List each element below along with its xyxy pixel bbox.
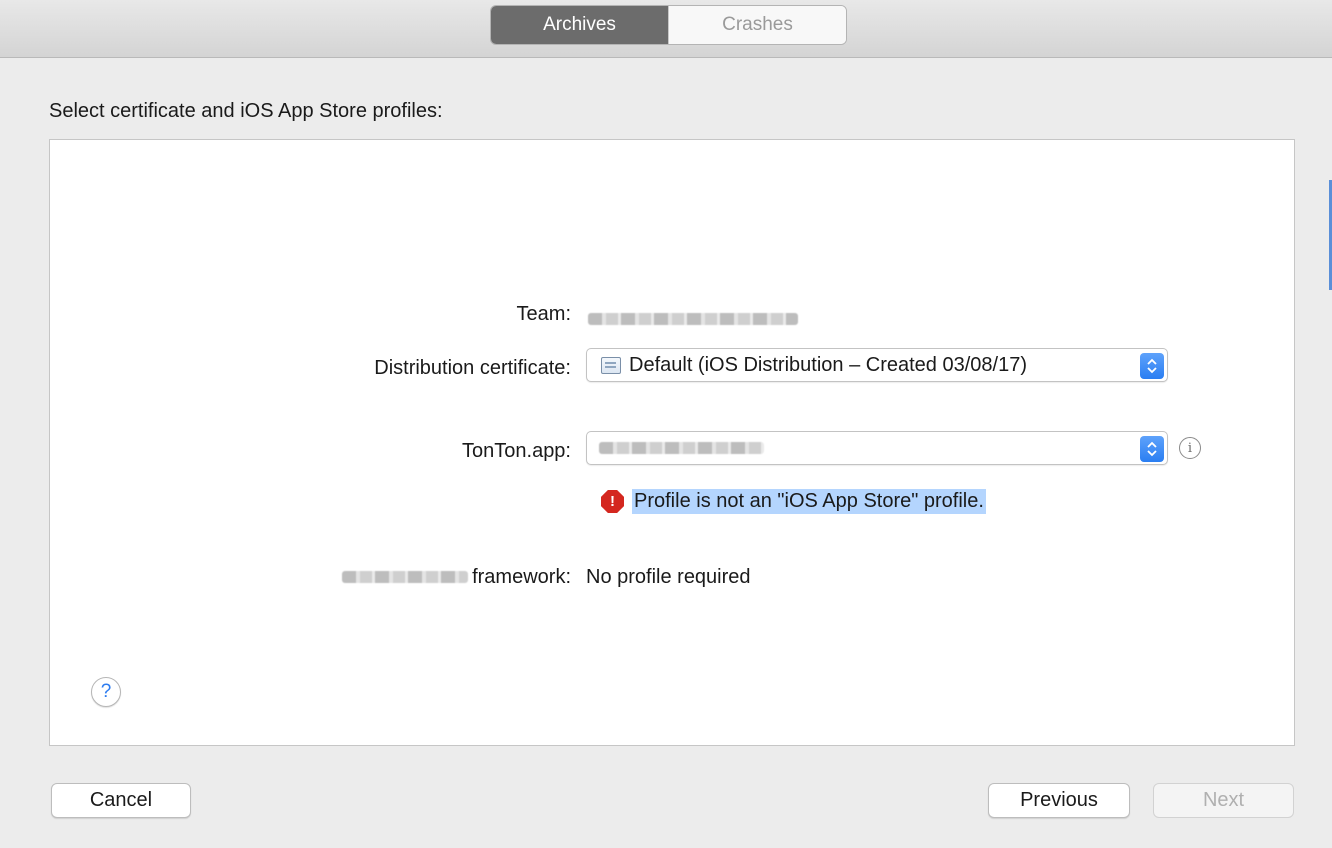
team-value-redacted: [588, 308, 798, 331]
tab-archives[interactable]: Archives: [491, 6, 668, 44]
certificate-icon: [601, 356, 621, 374]
profile-error: ! Profile is not an "iOS App Store" prof…: [601, 489, 986, 514]
info-icon[interactable]: i: [1179, 437, 1201, 459]
popup-stepper-icon: [1140, 436, 1164, 462]
app-profile-popup[interactable]: [586, 431, 1168, 465]
help-button[interactable]: ?: [91, 677, 121, 707]
framework-name-redacted: [342, 571, 469, 583]
tab-segmented-control: Archives Crashes: [490, 5, 847, 45]
framework-label: framework:: [342, 566, 571, 589]
distribution-certificate-label: Distribution certificate:: [374, 357, 571, 379]
distribution-certificate-value: Default (iOS Distribution – Created 03/0…: [629, 353, 1027, 376]
app-profile-value-redacted: [599, 442, 764, 454]
framework-value: No profile required: [586, 566, 751, 588]
toolbar: Archives Crashes: [0, 0, 1332, 58]
previous-button[interactable]: Previous: [988, 783, 1130, 818]
next-button[interactable]: Next: [1153, 783, 1294, 818]
popup-stepper-icon: [1140, 353, 1164, 379]
app-profile-label: TonTon.app:: [462, 440, 571, 462]
error-octagon-icon: !: [601, 490, 624, 513]
tab-crashes[interactable]: Crashes: [668, 6, 846, 44]
team-label: Team:: [516, 303, 571, 325]
signing-panel: Team: Distribution certificate: Default …: [49, 139, 1295, 746]
profile-error-message: Profile is not an "iOS App Store" profil…: [632, 489, 986, 514]
cancel-button[interactable]: Cancel: [51, 783, 191, 818]
distribution-certificate-popup[interactable]: Default (iOS Distribution – Created 03/0…: [586, 348, 1168, 382]
page-prompt: Select certificate and iOS App Store pro…: [49, 100, 443, 122]
export-assistant-window: Archives Crashes Select certificate and …: [0, 0, 1332, 848]
